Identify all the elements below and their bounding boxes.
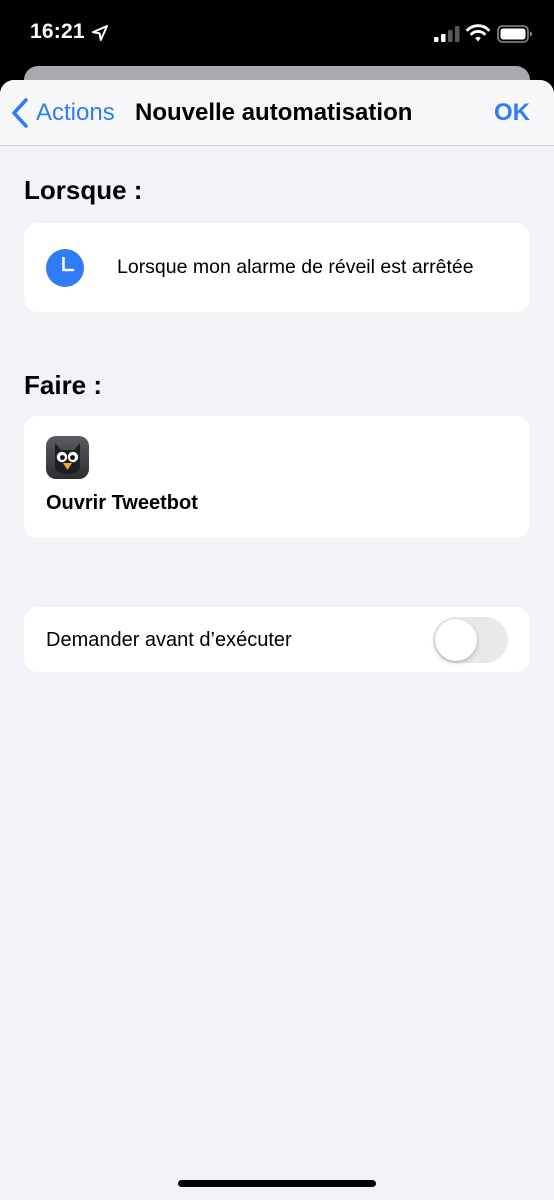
automation-sheet: Actions Nouvelle automatisation OK Lorsq…	[0, 80, 554, 1200]
trigger-section-heading: Lorsque :	[24, 175, 143, 205]
trigger-description: Lorsque mon alarme de réveil est arrêtée	[117, 256, 474, 278]
cellular-signal-icon	[434, 26, 460, 42]
action-label: Ouvrir Tweetbot	[46, 492, 198, 514]
ask-before-running-label: Demander avant d’exécuter	[46, 629, 292, 651]
back-button[interactable]: Actions	[10, 96, 115, 130]
ask-before-running-row: Demander avant d’exécuter	[24, 607, 530, 672]
back-button-label: Actions	[36, 99, 115, 126]
status-time: 16:21	[30, 20, 85, 43]
home-indicator[interactable]	[178, 1180, 376, 1187]
ok-button[interactable]: OK	[494, 99, 530, 127]
chevron-left-icon	[12, 98, 28, 128]
location-arrow-icon	[92, 25, 108, 41]
toggle-knob	[435, 619, 477, 661]
status-bar: 16:21	[0, 0, 554, 64]
screen: 16:21 Actions Nouvelle automatisation OK…	[0, 0, 554, 1200]
wifi-icon	[466, 24, 490, 42]
page-title: Nouvelle automatisation	[135, 99, 413, 126]
tweetbot-app-icon	[46, 436, 89, 479]
navigation-bar: Actions Nouvelle automatisation OK	[0, 80, 554, 146]
clock-icon	[46, 249, 84, 287]
battery-icon	[497, 25, 532, 43]
action-card[interactable]: Ouvrir Tweetbot	[24, 416, 530, 538]
action-section-heading: Faire :	[24, 370, 103, 400]
trigger-card[interactable]: Lorsque mon alarme de réveil est arrêtée	[24, 223, 530, 312]
ask-before-running-toggle[interactable]	[433, 617, 508, 663]
